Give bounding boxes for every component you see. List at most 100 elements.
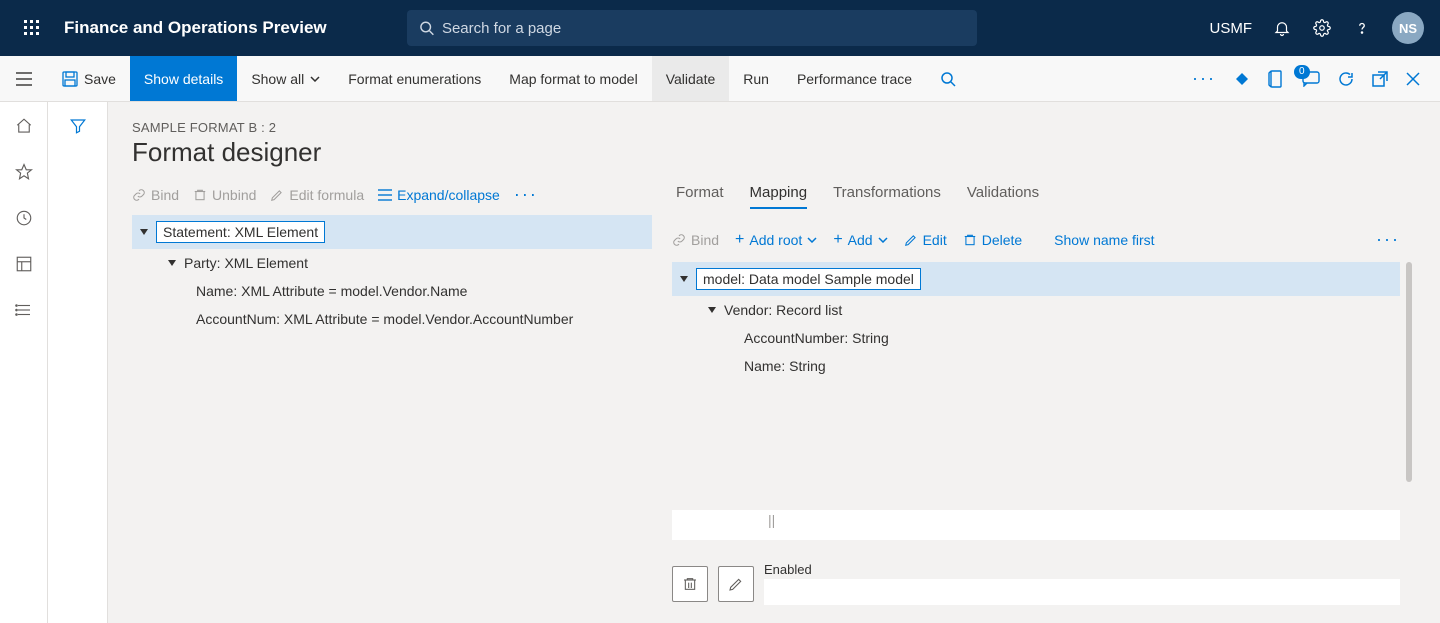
show-all-button[interactable]: Show all (237, 56, 334, 101)
tree-label: AccountNumber: String (744, 330, 889, 346)
avatar[interactable]: NS (1392, 12, 1424, 44)
tree-label: model: Data model Sample model (696, 268, 921, 290)
tree-row-name[interactable]: Name: String (736, 352, 1400, 380)
detail-input[interactable] (672, 510, 1400, 540)
top-header: Finance and Operations Preview USMF NS (0, 0, 1440, 56)
office-icon[interactable] (1268, 70, 1284, 88)
chevron-down-icon (807, 237, 817, 243)
tree-row-model[interactable]: model: Data model Sample model (672, 262, 1400, 296)
tab-validations[interactable]: Validations (967, 184, 1039, 209)
edit-formula-button[interactable]: Edit formula (270, 187, 364, 203)
trash-icon (682, 576, 698, 592)
edit-detail-button[interactable] (718, 566, 754, 602)
trash-icon (963, 233, 977, 247)
run-button[interactable]: Run (729, 56, 783, 101)
add-root-label: Add root (749, 232, 802, 248)
edit-formula-label: Edit formula (289, 187, 364, 203)
delete-detail-button[interactable] (672, 566, 708, 602)
designer-body: Bind Unbind Edit formula Expand/collapse (132, 184, 1416, 605)
format-overflow[interactable]: ··· (514, 184, 538, 205)
model-tree: model: Data model Sample model Vendor: R… (672, 262, 1400, 380)
tree-label: AccountNum: XML Attribute = model.Vendor… (196, 311, 573, 327)
mapping-overflow[interactable]: ··· (1376, 229, 1400, 250)
splitter-handle[interactable]: || (768, 512, 775, 528)
show-name-first-button[interactable]: Show name first (1054, 232, 1154, 248)
caret-icon[interactable] (168, 260, 176, 266)
bind-button-right[interactable]: Bind (672, 232, 719, 248)
expand-collapse-button[interactable]: Expand/collapse (378, 187, 500, 203)
modules-icon[interactable] (14, 300, 34, 320)
tree-row-party[interactable]: Party: XML Element (160, 249, 652, 277)
chevron-down-icon (310, 76, 320, 82)
bell-icon[interactable] (1272, 18, 1292, 38)
tab-transformations[interactable]: Transformations (833, 184, 941, 209)
home-icon[interactable] (14, 116, 34, 136)
format-enumerations-button[interactable]: Format enumerations (334, 56, 495, 101)
entity-label[interactable]: USMF (1210, 20, 1253, 37)
unbind-label: Unbind (212, 187, 256, 203)
save-icon (62, 71, 78, 87)
close-icon[interactable] (1406, 72, 1420, 86)
workspace-icon[interactable] (14, 254, 34, 274)
tree-row-name-attr[interactable]: Name: XML Attribute = model.Vendor.Name (188, 277, 652, 305)
add-root-button[interactable]: + Add root (735, 231, 817, 249)
tree-row-statement[interactable]: Statement: XML Element (132, 215, 652, 249)
validate-label: Validate (666, 71, 716, 87)
message-icon[interactable]: 0 (1302, 71, 1320, 87)
show-details-button[interactable]: Show details (130, 56, 237, 101)
overflow-button[interactable]: ··· (1192, 68, 1216, 89)
unbind-button[interactable]: Unbind (193, 187, 256, 203)
link-icon (132, 188, 146, 202)
message-badge: 0 (1294, 65, 1310, 79)
waffle-icon[interactable] (8, 4, 56, 52)
performance-trace-button[interactable]: Performance trace (783, 56, 926, 101)
filter-icon[interactable] (68, 116, 88, 136)
tab-format[interactable]: Format (676, 184, 724, 209)
edit-button[interactable]: Edit (904, 232, 947, 248)
help-icon[interactable] (1352, 18, 1372, 38)
bind-button[interactable]: Bind (132, 187, 179, 203)
attachment-icon[interactable] (1234, 71, 1250, 87)
bind-label: Bind (151, 187, 179, 203)
caret-icon[interactable] (708, 307, 716, 313)
delete-button[interactable]: Delete (963, 232, 1022, 248)
caret-icon[interactable] (680, 276, 688, 282)
search-input[interactable] (442, 20, 965, 37)
app-title: Finance and Operations Preview (64, 18, 327, 38)
tree-label: Name: XML Attribute = model.Vendor.Name (196, 283, 467, 299)
format-enumerations-label: Format enumerations (348, 71, 481, 87)
bind-label: Bind (691, 232, 719, 248)
tree-row-account-number[interactable]: AccountNumber: String (736, 324, 1400, 352)
history-icon[interactable] (14, 208, 34, 228)
run-label: Run (743, 71, 769, 87)
tree-row-vendor[interactable]: Vendor: Record list (700, 296, 1400, 324)
add-button[interactable]: + Add (833, 231, 887, 249)
gear-icon[interactable] (1312, 18, 1332, 38)
validate-button[interactable]: Validate (652, 56, 730, 101)
popout-icon[interactable] (1372, 71, 1388, 87)
tree-label: Vendor: Record list (724, 302, 842, 318)
show-name-first-label: Show name first (1054, 232, 1154, 248)
tree-row-account-attr[interactable]: AccountNum: XML Attribute = model.Vendor… (188, 305, 652, 333)
action-search-button[interactable] (926, 56, 970, 101)
expand-collapse-label: Expand/collapse (397, 187, 500, 203)
hamburger-button[interactable] (0, 56, 48, 101)
map-format-label: Map format to model (509, 71, 637, 87)
tabs: Format Mapping Transformations Validatio… (672, 184, 1400, 209)
tree-label: Party: XML Element (184, 255, 308, 271)
search-box[interactable] (407, 10, 977, 46)
star-icon[interactable] (14, 162, 34, 182)
format-toolbar: Bind Unbind Edit formula Expand/collapse (132, 184, 652, 215)
scrollbar[interactable] (1406, 262, 1412, 482)
enabled-input[interactable] (764, 579, 1400, 605)
save-button[interactable]: Save (48, 56, 130, 101)
refresh-icon[interactable] (1338, 71, 1354, 87)
pencil-icon (728, 576, 744, 592)
chevron-down-icon (878, 237, 888, 243)
map-format-button[interactable]: Map format to model (495, 56, 651, 101)
search-icon (419, 20, 434, 36)
add-label: Add (848, 232, 873, 248)
caret-icon[interactable] (140, 229, 148, 235)
tab-mapping[interactable]: Mapping (750, 184, 808, 209)
main-panel: SAMPLE FORMAT B : 2 Format designer Bind… (108, 102, 1440, 623)
